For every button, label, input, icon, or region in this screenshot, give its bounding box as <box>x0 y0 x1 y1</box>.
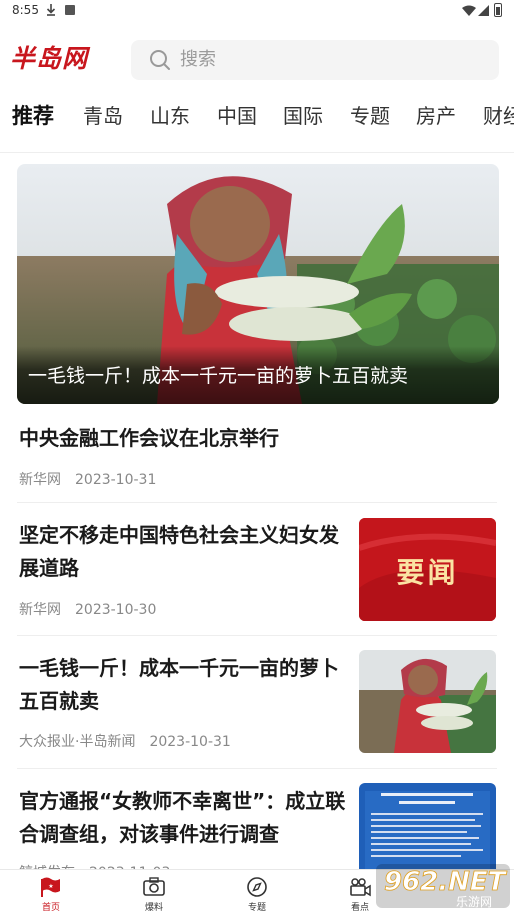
tab-finance[interactable]: 财经 <box>483 102 514 130</box>
signal-icon <box>478 5 489 16</box>
thumbnail-label: 要闻 <box>396 556 459 589</box>
watermark-logo: 962.NET 乐游网 <box>376 862 510 910</box>
news-thumbnail: 要闻 <box>359 518 496 621</box>
battery-icon <box>494 3 502 17</box>
home-flag-icon: ★ <box>41 877 60 897</box>
notification-app-icon <box>65 5 75 15</box>
news-date: 2023-10-31 <box>149 734 231 750</box>
news-thumbnail <box>359 783 496 873</box>
download-icon <box>46 4 56 16</box>
news-source: 新华网 <box>19 472 61 488</box>
news-title: 坚定不移走中国特色社会主义妇女发展道路 <box>19 523 339 580</box>
tab-real-estate[interactable]: 房产 <box>416 102 456 130</box>
category-tabs: 推荐 青岛 山东 中国 国际 专题 房产 财经 <box>0 96 514 140</box>
tabs-divider <box>0 152 514 153</box>
news-divider <box>17 502 497 503</box>
thumbnail-image <box>359 650 496 753</box>
tab-international[interactable]: 国际 <box>283 102 323 130</box>
tab-recommend[interactable]: 推荐 <box>12 102 54 130</box>
news-title: 官方通报“女教师不幸离世”：成立联合调查组，对该事件进行调查 <box>19 789 346 846</box>
thumbnail-document-image <box>359 783 496 873</box>
tab-china[interactable]: 中国 <box>217 102 257 130</box>
status-bar: 8:55 <box>0 0 514 22</box>
wifi-icon <box>462 5 476 16</box>
news-date: 2023-10-30 <box>75 602 157 618</box>
hero-card[interactable]: 一毛钱一斤！成本一千元一亩的萝卜五百就卖 <box>17 164 499 404</box>
news-thumbnail <box>359 650 496 753</box>
news-title: 一毛钱一斤！成本一千元一亩的萝卜五百就卖 <box>19 656 339 713</box>
camera-icon <box>143 877 165 896</box>
news-meta: 新华网 2023-10-31 <box>19 469 156 489</box>
news-source: 大众报业·半岛新闻 <box>19 734 136 750</box>
news-source: 新华网 <box>19 602 61 618</box>
search-icon <box>150 50 170 70</box>
video-camera-icon <box>350 878 371 897</box>
nav-label: 首页 <box>41 903 60 913</box>
compass-icon <box>247 877 267 897</box>
news-divider <box>17 768 497 769</box>
nav-label: 专题 <box>247 903 266 913</box>
watermark-subtext: 乐游网 <box>456 895 492 909</box>
svg-text:★: ★ <box>48 883 53 890</box>
nav-report[interactable]: 爆料 <box>124 874 184 913</box>
status-time: 8:55 <box>12 3 39 17</box>
search-placeholder: 搜索 <box>180 49 216 70</box>
news-divider <box>17 635 497 636</box>
logo-text: 半岛网 <box>10 44 89 73</box>
news-title: 中央金融工作会议在北京举行 <box>19 426 279 450</box>
nav-special[interactable]: 专题 <box>227 874 287 913</box>
nav-label: 爆料 <box>144 903 163 913</box>
search-input[interactable]: 搜索 <box>131 40 499 80</box>
news-meta: 大众报业·半岛新闻 2023-10-31 <box>19 731 231 751</box>
tab-shandong[interactable]: 山东 <box>150 102 190 130</box>
app-logo: 半岛网 <box>10 42 116 76</box>
news-meta: 新华网 2023-10-30 <box>19 599 156 619</box>
news-date: 2023-10-31 <box>75 472 157 488</box>
nav-home[interactable]: ★ 首页 <box>21 874 81 913</box>
hero-title: 一毛钱一斤！成本一千元一亩的萝卜五百就卖 <box>28 365 409 387</box>
tab-special[interactable]: 专题 <box>350 102 390 130</box>
watermark-graphic: 962.NET 乐游网 <box>376 864 510 909</box>
tab-qingdao[interactable]: 青岛 <box>83 102 123 130</box>
watermark-text: 962.NET <box>384 867 508 897</box>
